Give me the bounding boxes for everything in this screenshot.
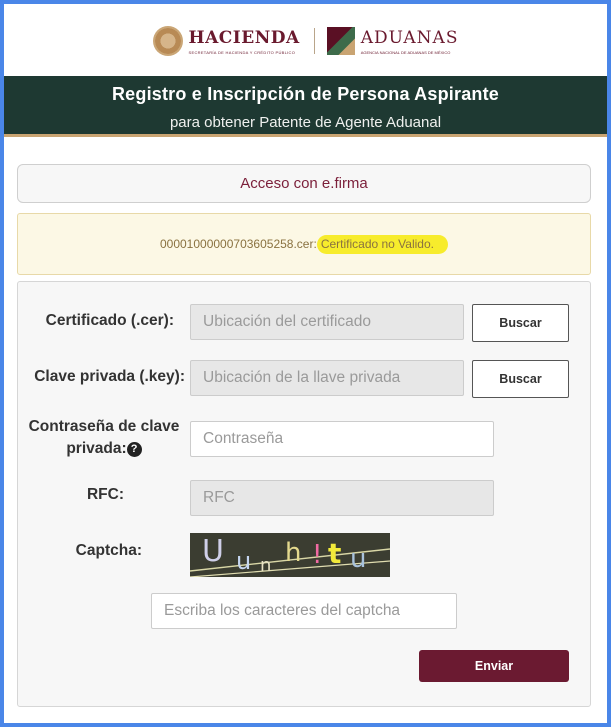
error-file-name: 00001000000703605258.cer:: [159, 237, 317, 251]
header-logos: HACIENDA SECRETARÍA DE HACIENDA Y CRÉDIT…: [4, 4, 607, 78]
page-subtitle: para obtener Patente de Agente Aduanal: [169, 114, 442, 131]
captcha-char-2: u: [236, 547, 251, 575]
captcha-char-3: n: [260, 555, 271, 576]
certificado-label: Certificado (.cer):: [45, 312, 174, 329]
aduanas-mark-icon: [326, 27, 355, 55]
hacienda-logo[interactable]: HACIENDA SECRETARÍA DE HACIENDA Y CRÉDIT…: [152, 26, 300, 56]
contrasena-label: Contraseña de clave privada:?: [20, 416, 188, 460]
rfc-label: RFC:: [86, 486, 124, 503]
hacienda-subtitle: SECRETARÍA DE HACIENDA Y CRÉDITO PÚBLICO: [188, 49, 296, 55]
enviar-button[interactable]: Enviar: [419, 650, 569, 682]
captcha-char-5: !: [312, 540, 322, 570]
hacienda-name: HACIENDA: [188, 27, 300, 48]
buscar-clave-button[interactable]: Buscar: [472, 360, 569, 398]
captcha-char-6: t: [328, 537, 341, 570]
help-icon[interactable]: ?: [126, 442, 142, 457]
captcha-drawing: U u n h ! t u: [190, 533, 390, 577]
mexico-seal-icon: [152, 26, 183, 56]
efirma-form: Certificado (.cer): Ubicación del certif…: [17, 281, 591, 707]
error-message: Certificado no Valido.: [316, 235, 448, 254]
contrasena-label-line2: privada:: [66, 440, 127, 457]
captcha-image: U u n h ! t u: [190, 533, 390, 577]
aduanas-logo[interactable]: ADUANAS AGENCIA NACIONAL DE ADUANAS DE M…: [326, 27, 459, 55]
buscar-certificado-button[interactable]: Buscar: [472, 304, 569, 342]
logo-divider: [313, 28, 315, 54]
captcha-label: Captcha:: [75, 542, 142, 559]
captcha-char-7: u: [350, 544, 366, 574]
error-alert: 00001000000703605258.cer: Certificado no …: [17, 213, 591, 275]
rfc-input[interactable]: RFC: [190, 480, 494, 516]
clave-privada-input[interactable]: Ubicación de la llave privada: [190, 360, 464, 396]
efirma-access-header[interactable]: Acceso con e.firma: [17, 164, 591, 203]
contrasena-input[interactable]: Contraseña: [190, 421, 494, 457]
aduanas-subtitle: AGENCIA NACIONAL DE ADUANAS DE MÉXICO: [360, 49, 451, 55]
certificado-input[interactable]: Ubicación del certificado: [190, 304, 464, 340]
page-title: Registro e Inscripción de Persona Aspira…: [111, 84, 500, 104]
captcha-char-1: U: [202, 534, 224, 569]
contrasena-label-line1: Contraseña de clave: [28, 418, 180, 435]
captcha-input[interactable]: Escriba los caracteres del captcha: [151, 593, 457, 629]
aduanas-name: ADUANAS: [360, 27, 459, 48]
captcha-char-4: h: [285, 538, 301, 568]
title-band: Registro e Inscripción de Persona Aspira…: [4, 76, 607, 137]
clave-privada-label: Clave privada (.key):: [34, 368, 185, 385]
